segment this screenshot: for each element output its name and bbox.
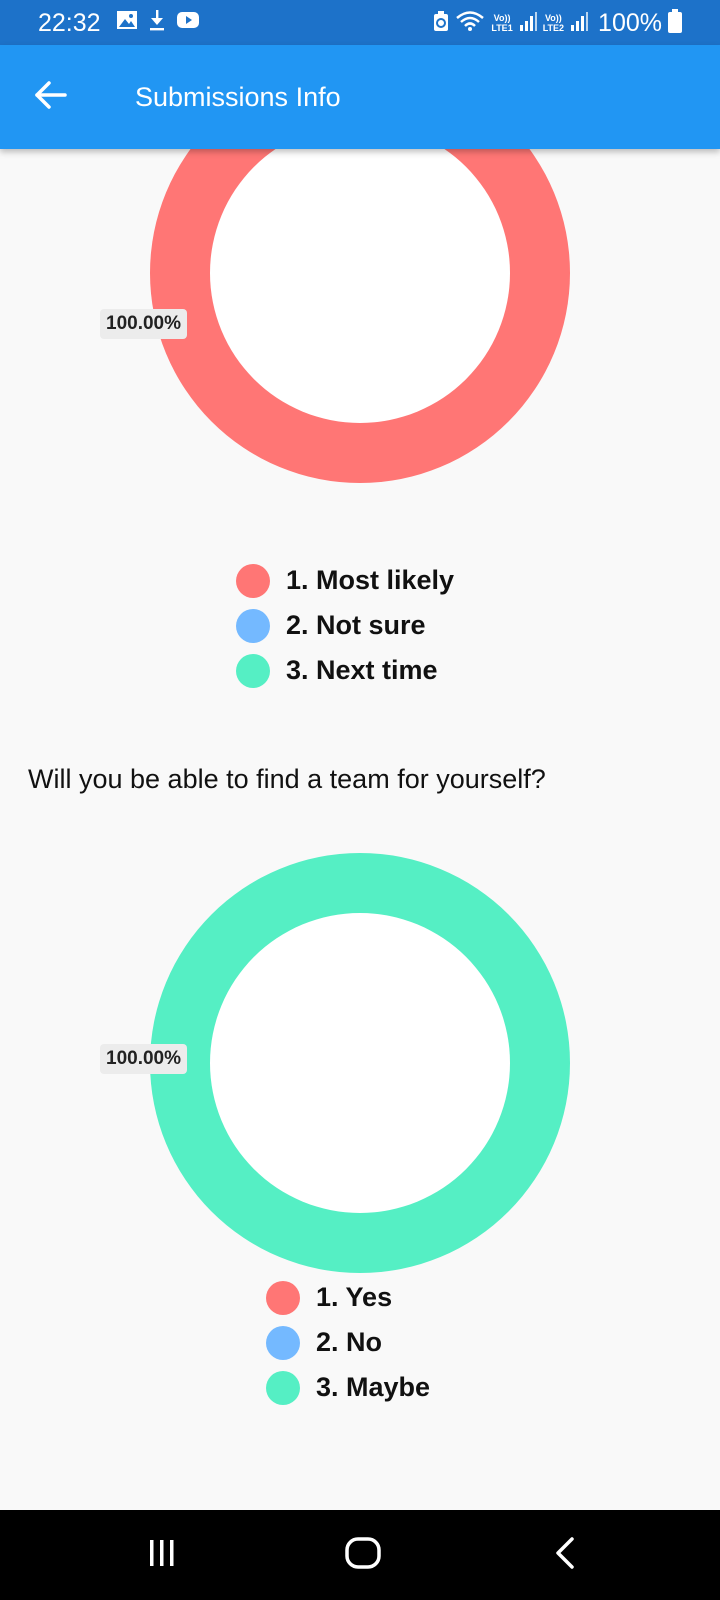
chart-legend: 1. Most likely 2. Not sure 3. Next time [236,563,454,688]
legend-item: 2. Not sure [236,608,454,643]
legend-dot-option-2 [236,608,270,643]
battery-saver-icon [433,10,449,37]
battery-icon [668,8,682,38]
percent-label: 100.00% [100,309,188,339]
recent-apps-button[interactable] [132,1530,192,1580]
status-bar: 22:32 Vo)) LTE1 Vo)) LTE2 100% [0,0,720,45]
lte2-indicator: Vo)) LTE2 [542,13,565,33]
arrow-left-icon [33,80,67,115]
back-nav-button[interactable] [535,1530,595,1580]
legend-dot-option-3 [266,1370,300,1405]
notification-icons [116,9,200,36]
download-icon [148,9,166,36]
legend-label: 1. Most likely [286,565,455,595]
signal-icon [570,11,589,36]
legend-dot-option-1 [236,563,270,598]
back-icon [552,1536,578,1575]
percent-label: 100.00% [100,1044,188,1074]
status-time: 22:32 [38,9,101,37]
battery-percent: 100% [598,9,662,37]
legend-item: 3. Maybe [266,1370,430,1405]
legend-dot-option-3 [236,653,270,688]
legend-item: 1. Most likely [236,563,454,598]
donut-hole [210,913,510,1213]
content-scroll-area[interactable]: 100.00% 1. Most likely 2. Not sure 3. Ne… [0,149,720,1510]
legend-label: 2. Not sure [286,610,426,640]
legend-label: 1. Yes [316,1282,393,1312]
legend-dot-option-1 [266,1280,300,1315]
home-icon [344,1536,382,1575]
donut-chart [150,149,570,483]
back-button[interactable] [28,75,72,119]
home-button[interactable] [333,1530,393,1580]
system-icons: Vo)) LTE1 Vo)) LTE2 100% [433,8,682,38]
legend-label: 3. Next time [286,655,438,685]
donut-hole [210,149,510,423]
navigation-bar [0,1510,720,1600]
question-text: Will you be able to find a team for your… [28,764,546,794]
app-bar: Submissions Info [0,45,720,149]
gallery-icon [116,10,138,35]
lte1-indicator: Vo)) LTE1 [491,13,513,33]
legend-label: 3. Maybe [316,1372,431,1402]
page-title: Submissions Info [135,82,341,112]
wifi-icon [455,10,485,37]
legend-item: 1. Yes [266,1280,430,1315]
donut-chart [150,853,570,1273]
legend-item: 3. Next time [236,653,454,688]
recent-apps-icon [147,1538,177,1573]
chart-legend: 1. Yes 2. No 3. Maybe [266,1280,430,1405]
youtube-icon [176,11,200,34]
signal-icon [519,11,537,36]
legend-dot-option-2 [266,1325,300,1360]
legend-item: 2. No [266,1325,430,1360]
legend-label: 2. No [316,1327,383,1357]
